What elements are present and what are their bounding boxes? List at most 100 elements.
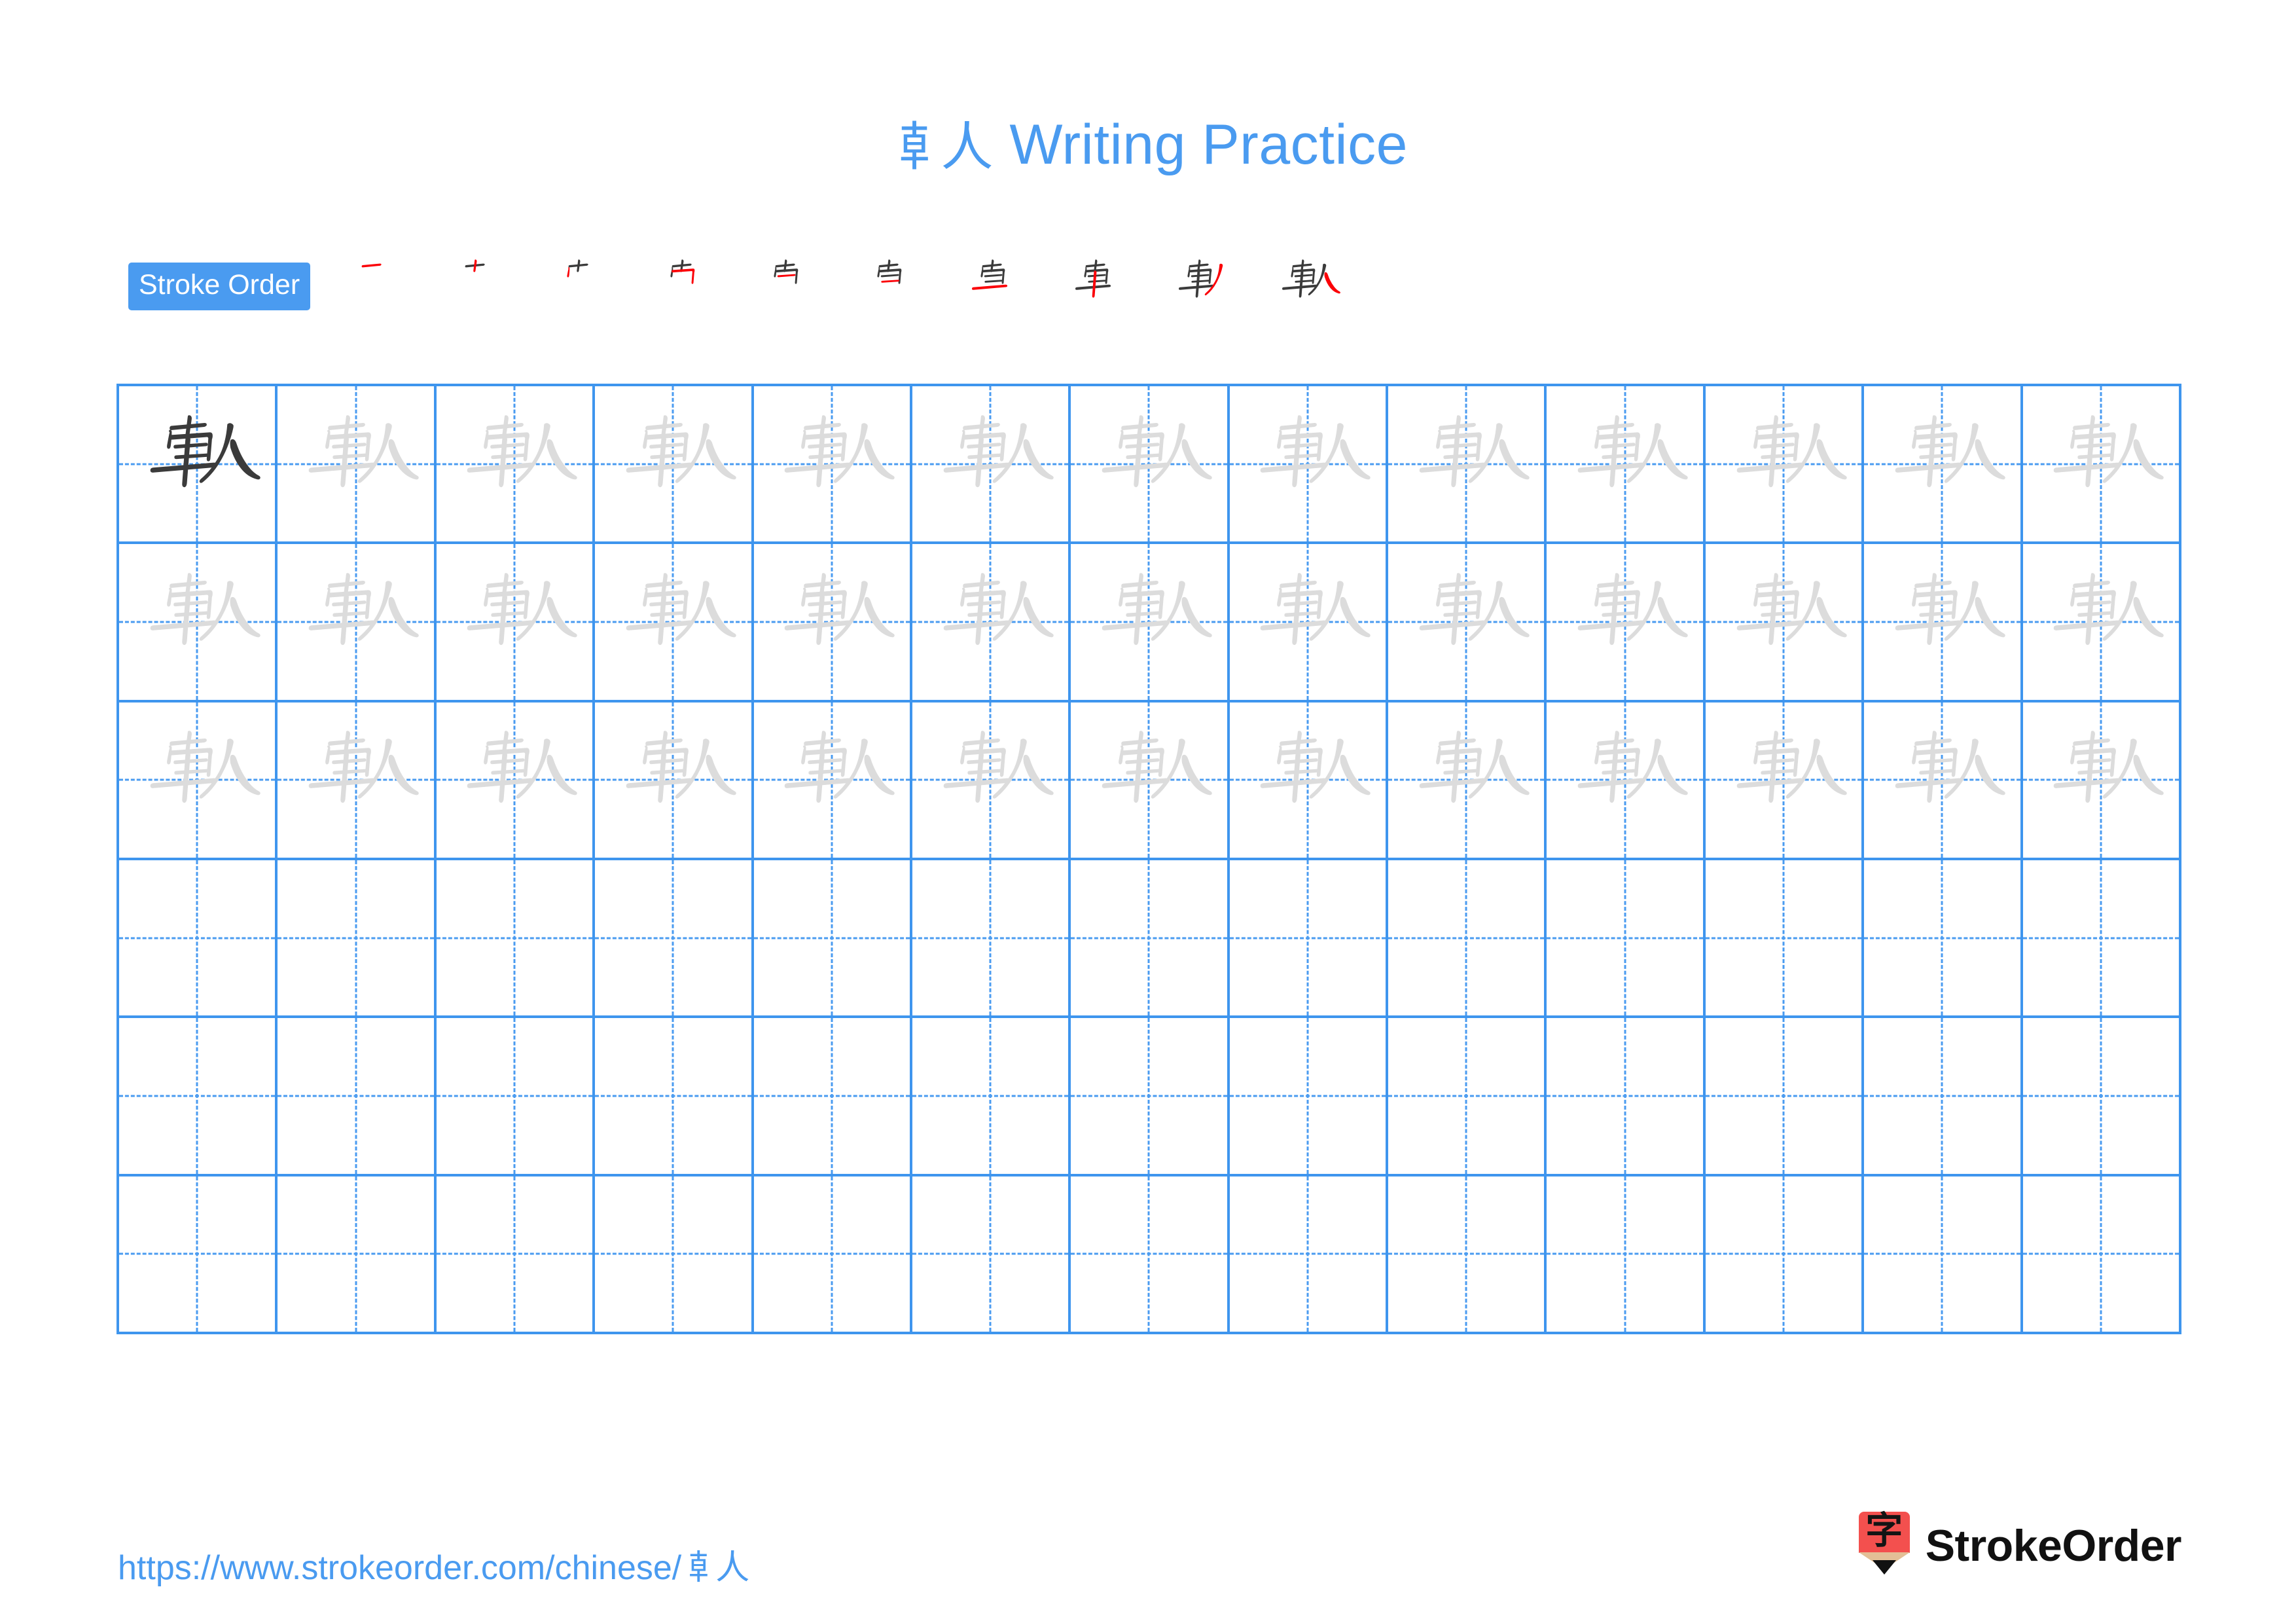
practice-cell-r6-c3[interactable] [436, 1176, 596, 1334]
practice-cell-r3-c11[interactable] [1705, 702, 1865, 860]
brand-logo[interactable]: 字 StrokeOrder [1858, 1509, 2182, 1582]
source-url[interactable]: https://www.strokeorder.com/chinese/𠦝人 [118, 1540, 749, 1589]
practice-cell-r5-c10[interactable] [1547, 1018, 1706, 1176]
practice-cell-r2-c2[interactable] [278, 544, 437, 702]
practice-cell-r5-c9[interactable] [1388, 1018, 1547, 1176]
practice-cell-r6-c12[interactable] [1864, 1176, 2023, 1334]
practice-cell-r6-c4[interactable] [595, 1176, 754, 1334]
practice-cell-r2-c13[interactable] [2022, 544, 2181, 702]
practice-cell-r3-c10[interactable] [1547, 702, 1706, 860]
practice-cell-r3-c4[interactable] [595, 702, 754, 860]
pencil-logo-character: 字 [1865, 1509, 1903, 1552]
practice-character-light [1864, 386, 2020, 541]
practice-cell-r4-c1[interactable] [119, 860, 278, 1019]
practice-cell-r4-c5[interactable] [753, 860, 912, 1019]
practice-cell-r6-c11[interactable] [1705, 1176, 1865, 1334]
practice-cell-r2-c1[interactable] [119, 544, 278, 702]
practice-cell-r4-c2[interactable] [278, 860, 437, 1019]
practice-character-light [1071, 544, 1227, 699]
practice-cell-r4-c8[interactable] [1229, 860, 1389, 1019]
practice-cell-r4-c9[interactable] [1388, 860, 1547, 1019]
practice-cell-r5-c5[interactable] [753, 1018, 912, 1176]
practice-cell-r2-c8[interactable] [1229, 544, 1389, 702]
stroke-order-step-5 [738, 250, 842, 322]
practice-character-light [278, 386, 433, 541]
practice-character-light [278, 544, 433, 699]
practice-cell-r4-c13[interactable] [2022, 860, 2181, 1019]
practice-cell-r2-c3[interactable] [436, 544, 596, 702]
practice-cell-r6-c7[interactable] [1071, 1176, 1230, 1334]
practice-cell-r6-c1[interactable] [119, 1176, 278, 1334]
stroke-order-step-7 [945, 250, 1049, 322]
practice-cell-r6-c10[interactable] [1547, 1176, 1706, 1334]
practice-cell-r2-c5[interactable] [753, 544, 912, 702]
practice-cell-r3-c3[interactable] [436, 702, 596, 860]
practice-cell-r4-c6[interactable] [912, 860, 1071, 1019]
practice-cell-r1-c8[interactable] [1229, 386, 1389, 545]
practice-cell-r3-c6[interactable] [912, 702, 1071, 860]
practice-character-light [754, 386, 910, 541]
practice-cell-r5-c1[interactable] [119, 1018, 278, 1176]
practice-cell-r2-c10[interactable] [1547, 544, 1706, 702]
practice-cell-r5-c8[interactable] [1229, 1018, 1389, 1176]
practice-cell-r5-c3[interactable] [436, 1018, 596, 1176]
practice-cell-r3-c8[interactable] [1229, 702, 1389, 860]
practice-cell-r3-c2[interactable] [278, 702, 437, 860]
practice-cell-r2-c12[interactable] [1864, 544, 2023, 702]
practice-cell-r2-c6[interactable] [912, 544, 1071, 702]
practice-character-light [1388, 702, 1544, 858]
practice-cell-r1-c5[interactable] [753, 386, 912, 545]
practice-character-light [437, 544, 592, 699]
practice-cell-r5-c2[interactable] [278, 1018, 437, 1176]
practice-cell-r3-c5[interactable] [753, 702, 912, 860]
stroke-order-step-10 [1255, 250, 1359, 322]
practice-cell-r5-c7[interactable] [1071, 1018, 1230, 1176]
practice-cell-r6-c5[interactable] [753, 1176, 912, 1334]
practice-cell-r3-c12[interactable] [1864, 702, 2023, 860]
practice-cell-r6-c2[interactable] [278, 1176, 437, 1334]
practice-cell-r4-c10[interactable] [1547, 860, 1706, 1019]
practice-character-light [1388, 386, 1544, 541]
practice-cell-r1-c7[interactable] [1071, 386, 1230, 545]
practice-cell-r4-c4[interactable] [595, 860, 754, 1019]
practice-character-light [119, 702, 275, 858]
practice-grid [117, 384, 2181, 1334]
practice-cell-r4-c7[interactable] [1071, 860, 1230, 1019]
practice-cell-r6-c6[interactable] [912, 1176, 1071, 1334]
practice-cell-r2-c7[interactable] [1071, 544, 1230, 702]
practice-cell-r1-c4[interactable] [595, 386, 754, 545]
practice-character-light [912, 544, 1068, 699]
practice-cell-r1-c2[interactable] [278, 386, 437, 545]
practice-cell-r2-c9[interactable] [1388, 544, 1547, 702]
practice-cell-r4-c3[interactable] [436, 860, 596, 1019]
page-title: 𠦝人 Writing Practice [0, 105, 2296, 181]
practice-cell-r3-c9[interactable] [1388, 702, 1547, 860]
practice-cell-r1-c12[interactable] [1864, 386, 2023, 545]
stroke-order-step-list [325, 250, 1359, 322]
practice-cell-r6-c9[interactable] [1388, 1176, 1547, 1334]
practice-cell-r1-c6[interactable] [912, 386, 1071, 545]
practice-cell-r4-c12[interactable] [1864, 860, 2023, 1019]
practice-character-light [1706, 544, 1861, 699]
practice-cell-r3-c1[interactable] [119, 702, 278, 860]
practice-cell-r5-c13[interactable] [2022, 1018, 2181, 1176]
pencil-logo-icon: 字 [1858, 1509, 1910, 1580]
practice-cell-r2-c4[interactable] [595, 544, 754, 702]
practice-cell-r6-c8[interactable] [1229, 1176, 1389, 1334]
practice-cell-r3-c13[interactable] [2022, 702, 2181, 860]
practice-cell-r5-c12[interactable] [1864, 1018, 2023, 1176]
practice-cell-r1-c10[interactable] [1547, 386, 1706, 545]
practice-cell-r3-c7[interactable] [1071, 702, 1230, 860]
practice-cell-r6-c13[interactable] [2022, 1176, 2181, 1334]
practice-cell-r2-c11[interactable] [1705, 544, 1865, 702]
practice-cell-r1-c11[interactable] [1705, 386, 1865, 545]
practice-cell-r4-c11[interactable] [1705, 860, 1865, 1019]
practice-cell-r1-c9[interactable] [1388, 386, 1547, 545]
practice-cell-r5-c11[interactable] [1705, 1018, 1865, 1176]
practice-cell-r5-c6[interactable] [912, 1018, 1071, 1176]
practice-cell-r1-c13[interactable] [2022, 386, 2181, 545]
practice-cell-r5-c4[interactable] [595, 1018, 754, 1176]
practice-character-light [754, 544, 910, 699]
practice-cell-r1-c1[interactable] [119, 386, 278, 545]
practice-cell-r1-c3[interactable] [436, 386, 596, 545]
